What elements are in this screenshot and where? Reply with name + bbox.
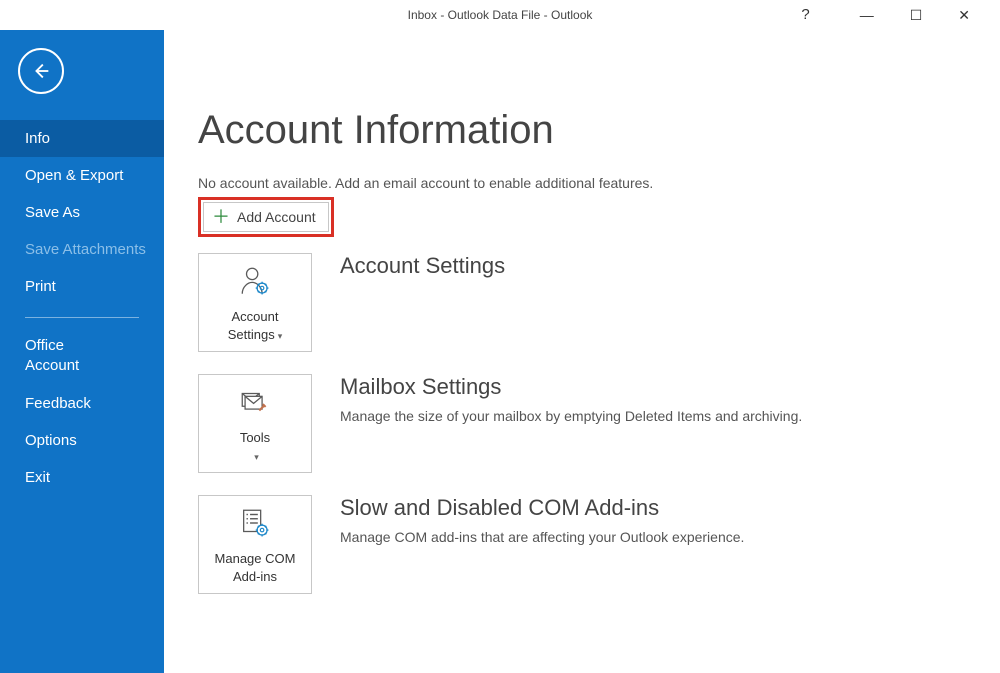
close-icon[interactable]: ✕ (958, 0, 970, 30)
section-text: Account Settings (340, 253, 505, 285)
no-account-text: No account available. Add an email accou… (198, 175, 1000, 191)
sidebar-item-options[interactable]: Options (0, 422, 164, 459)
sidebar-item-label: Office Account (25, 336, 105, 375)
add-account-highlight: ＋ Add Account (198, 197, 334, 237)
section-heading: Slow and Disabled COM Add-ins (340, 495, 744, 521)
sidebar-item-print[interactable]: Print (0, 268, 164, 305)
section-com-addins: Manage COM Add-ins Slow and Disabled COM… (198, 495, 1000, 594)
section-text: Slow and Disabled COM Add-ins Manage COM… (340, 495, 744, 547)
section-account-settings: Account Settings▾ Account Settings (198, 253, 1000, 352)
account-settings-tile[interactable]: Account Settings▾ (198, 253, 312, 352)
sidebar-item-info[interactable]: Info (0, 120, 164, 157)
section-desc: Manage the size of your mailbox by empty… (340, 406, 802, 426)
main-content: Account Information No account available… (164, 30, 1000, 673)
backstage-sidebar: Info Open & Export Save As Save Attachme… (0, 30, 164, 673)
manage-com-addins-tile[interactable]: Manage COM Add-ins (198, 495, 312, 594)
tools-tile[interactable]: Tools ▾ (198, 374, 312, 473)
section-desc: Manage COM add-ins that are affecting yo… (340, 527, 744, 547)
back-arrow-icon (30, 60, 52, 82)
window-controls: ? — ☐ ✕ (801, 0, 1000, 30)
back-button[interactable] (18, 48, 64, 94)
chevron-down-icon: ▾ (278, 331, 283, 341)
section-text: Mailbox Settings Manage the size of your… (340, 374, 802, 426)
window-title: Inbox - Outlook Data File - Outlook (408, 8, 593, 22)
sidebar-item-feedback[interactable]: Feedback (0, 385, 164, 422)
section-heading: Mailbox Settings (340, 374, 802, 400)
maximize-icon[interactable]: ☐ (910, 0, 923, 30)
help-icon[interactable]: ? (801, 0, 809, 30)
section-mailbox-settings: Tools ▾ Mailbox Settings Manage the size … (198, 374, 1000, 473)
person-gear-icon (238, 264, 272, 298)
sidebar-item-save-as[interactable]: Save As (0, 194, 164, 231)
tile-label-text: Manage COM Add-ins (205, 550, 305, 585)
sidebar-item-office-account[interactable]: Office Account (0, 326, 164, 385)
add-account-button[interactable]: ＋ Add Account (203, 202, 329, 232)
plus-icon: ＋ (212, 208, 230, 226)
section-heading: Account Settings (340, 253, 505, 279)
sidebar-divider (25, 317, 139, 318)
tile-label-text: Account Settings (228, 309, 279, 342)
chevron-down-icon: ▾ (254, 452, 259, 462)
addins-gear-icon (238, 506, 272, 540)
sidebar-item-open-export[interactable]: Open & Export (0, 157, 164, 194)
add-account-label: Add Account (237, 209, 316, 225)
sidebar-item-exit[interactable]: Exit (0, 459, 164, 496)
sidebar-item-save-attachments: Save Attachments (0, 231, 164, 268)
tile-label-text: Tools (240, 430, 270, 445)
minimize-icon[interactable]: — (860, 0, 874, 30)
title-bar: Inbox - Outlook Data File - Outlook ? — … (0, 0, 1000, 30)
page-title: Account Information (198, 108, 1000, 153)
mailbox-tools-icon (238, 385, 272, 419)
